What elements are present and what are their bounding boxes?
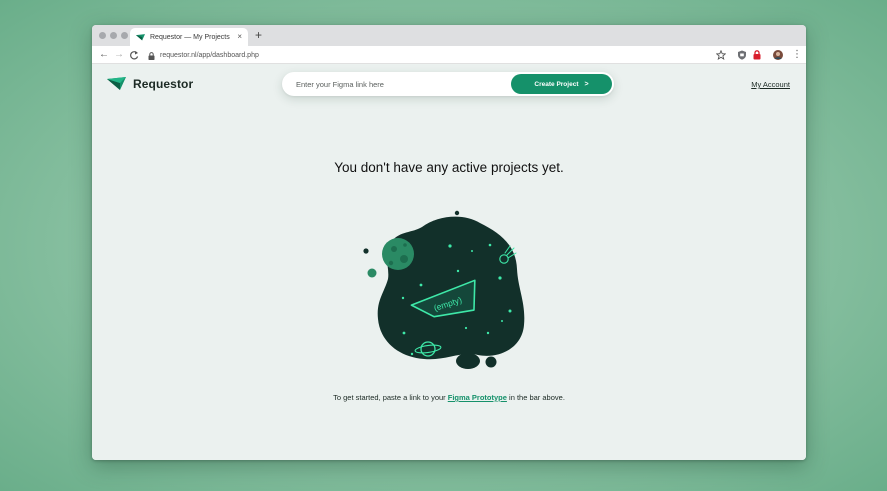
lock-icon bbox=[148, 51, 155, 60]
lock-extension-icon[interactable] bbox=[752, 50, 762, 60]
browser-window: Requestor — My Projects × + ← → requesto… bbox=[92, 25, 806, 460]
url-text: requestor.nl/app/dashboard.php bbox=[160, 52, 259, 59]
help-prefix: To get started, paste a link to your bbox=[333, 393, 446, 402]
requestor-logo-icon bbox=[107, 77, 126, 90]
back-icon[interactable]: ← bbox=[99, 49, 109, 61]
brand[interactable]: Requestor bbox=[107, 77, 193, 91]
tab-active[interactable]: Requestor — My Projects × bbox=[130, 28, 248, 46]
empty-state-title: You don't have any active projects yet. bbox=[334, 160, 564, 175]
address-bar[interactable]: requestor.nl/app/dashboard.php bbox=[148, 49, 728, 62]
close-window-dot[interactable] bbox=[99, 32, 106, 39]
reload-icon[interactable] bbox=[129, 50, 139, 60]
figma-link-bar: Create Project > bbox=[282, 72, 614, 96]
minimize-window-dot[interactable] bbox=[110, 32, 117, 39]
empty-space-illustration-icon: (empty) bbox=[363, 210, 525, 369]
empty-state-help: To get started, paste a link to your Fig… bbox=[92, 393, 806, 402]
tab-title: Requestor — My Projects bbox=[150, 33, 230, 41]
avatar[interactable] bbox=[773, 50, 783, 60]
zoom-window-dot[interactable] bbox=[121, 32, 128, 39]
tab-strip: Requestor — My Projects × + bbox=[92, 25, 806, 46]
bookmark-star-icon[interactable] bbox=[716, 50, 726, 60]
help-suffix: in the bar above. bbox=[509, 393, 565, 402]
requestor-favicon-icon bbox=[136, 33, 145, 40]
my-account-link[interactable]: My Account bbox=[751, 80, 790, 89]
page-content: Requestor Create Project > My Account Yo… bbox=[92, 65, 806, 460]
create-project-button[interactable]: Create Project > bbox=[511, 74, 612, 94]
chevron-right-icon: > bbox=[584, 80, 589, 88]
figma-prototype-link[interactable]: Figma Prototype bbox=[448, 393, 507, 402]
new-tab-button[interactable]: + bbox=[255, 28, 262, 42]
browser-toolbar: ← → requestor.nl/app/dashboard.php ⋮ bbox=[92, 46, 806, 64]
tab-close-icon[interactable]: × bbox=[237, 33, 242, 41]
forward-icon[interactable]: → bbox=[114, 49, 124, 61]
figma-link-input[interactable] bbox=[296, 72, 506, 96]
brand-name: Requestor bbox=[133, 77, 194, 91]
browser-menu-icon[interactable]: ⋮ bbox=[792, 49, 802, 61]
create-project-label: Create Project bbox=[534, 80, 579, 88]
shield-extension-icon[interactable] bbox=[737, 50, 747, 60]
